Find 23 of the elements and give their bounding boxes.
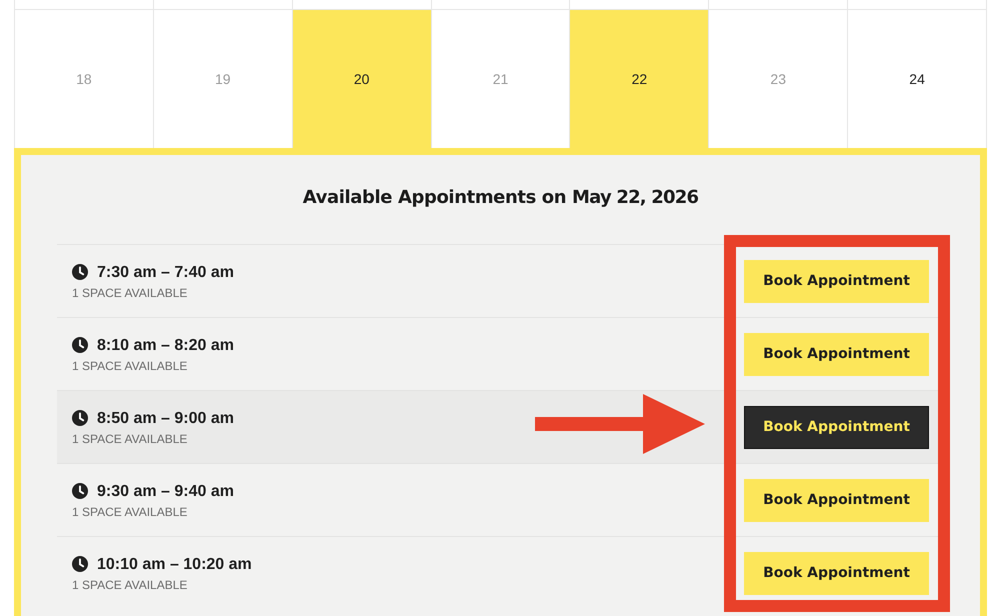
book-appointment-button[interactable]: Book Appointment [744,552,929,594]
time-range: 8:50 am – 9:00 am [97,408,234,428]
book-appointment-button[interactable]: Book Appointment [744,260,929,302]
book-appointment-button[interactable]: Book Appointment [744,332,929,376]
space-count: 1 SPACE AVAILABLE [72,432,188,446]
space-count: 1 SPACE AVAILABLE [72,358,188,372]
appointments-title: Available Appointments on May 22, 2026 [302,186,700,209]
time-range: 8:10 am – 8:20 am [97,336,234,354]
book-appointment-button[interactable]: Book Appointment [744,406,929,448]
calendar-day[interactable]: 22 [570,10,710,148]
space-count: 1 SPACE AVAILABLE [72,578,188,592]
space-count: 1 SPACE AVAILABLE [72,504,188,518]
calendar-day[interactable]: 20 [292,10,432,148]
clock-icon [72,556,88,572]
clock-icon [72,483,88,499]
book-appointment-button[interactable]: Book Appointment [744,478,929,522]
clock-icon [72,410,88,426]
space-count: 1 SPACE AVAILABLE [72,286,188,300]
time-range: 7:30 am – 7:40 am [97,262,234,282]
time-range: 9:30 am – 9:40 am [97,482,234,500]
time-range: 10:10 am – 10:20 am [97,554,252,574]
clock-icon [72,337,88,353]
clock-icon [72,264,88,280]
